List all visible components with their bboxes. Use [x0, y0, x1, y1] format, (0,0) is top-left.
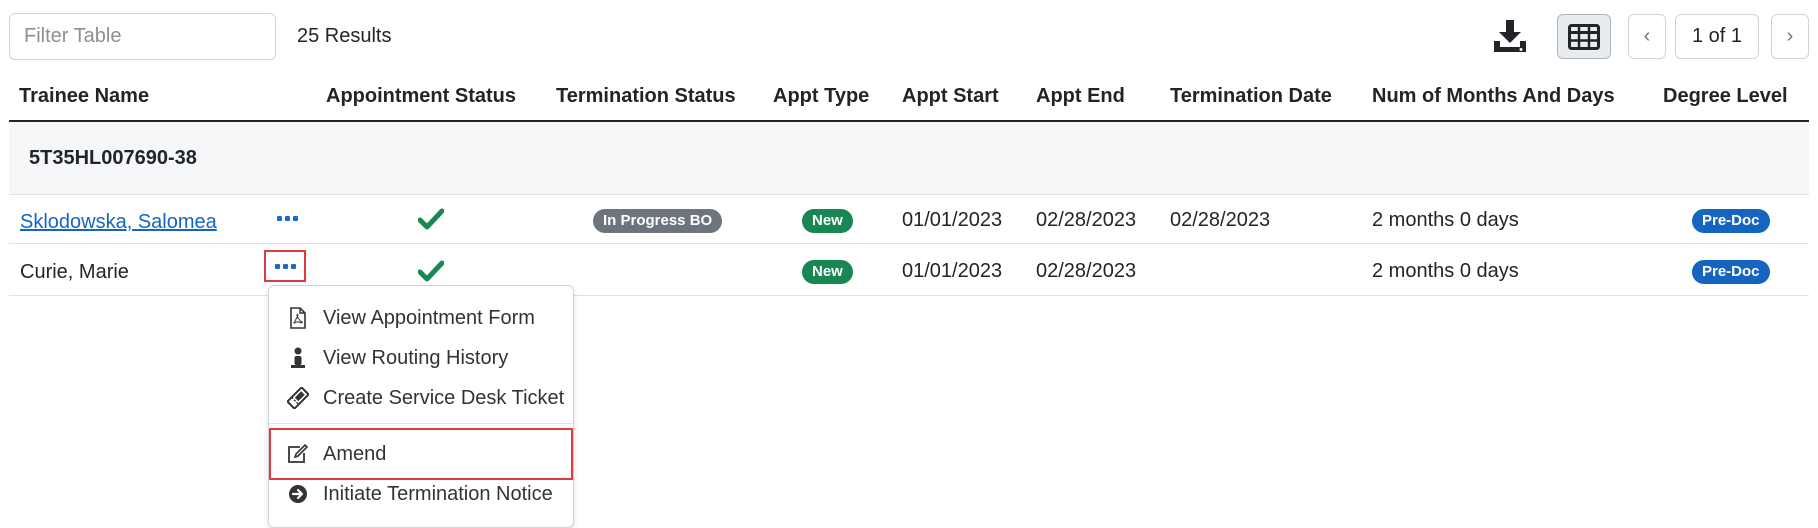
col-header-termination-status[interactable]: Termination Status	[556, 85, 736, 108]
dot	[274, 263, 280, 269]
col-header-appt-end[interactable]: Appt End	[1036, 85, 1125, 108]
trainee-name-text: Curie, Marie	[20, 261, 129, 283]
menu-item-view-appointment-form[interactable]: View Appointment Form	[269, 299, 573, 337]
check-icon	[418, 208, 444, 230]
appt-start-cell: 01/01/2023	[902, 260, 1003, 282]
termination-status-badge: In Progress BO	[593, 209, 723, 233]
months-days-cell: 2 months 0 days	[1372, 209, 1519, 231]
download-icon	[1494, 20, 1526, 52]
menu-item-amend[interactable]: Amend	[269, 435, 573, 473]
dot	[293, 216, 298, 221]
appt-end-cell: 02/28/2023	[1036, 209, 1137, 231]
col-header-appt-start[interactable]: Appt Start	[902, 85, 999, 108]
row-divider	[9, 243, 1809, 244]
col-header-trainee-name[interactable]: Trainee Name	[19, 85, 149, 108]
row-actions-button-active[interactable]	[264, 250, 306, 282]
termination-date-cell: 02/28/2023	[1170, 209, 1271, 231]
menu-item-label: Initiate Termination Notice	[323, 482, 553, 505]
more-icon	[274, 263, 296, 269]
dot	[285, 216, 290, 221]
col-header-appointment-status[interactable]: Appointment Status	[326, 85, 516, 108]
grant-number-label: 5T35HL007690-38	[29, 147, 197, 169]
col-header-termination-date[interactable]: Termination Date	[1170, 85, 1332, 108]
ticket-icon	[287, 387, 309, 409]
appt-start-cell: 01/01/2023	[902, 209, 1003, 231]
edit-icon	[287, 443, 309, 465]
months-days-cell: 2 months 0 days	[1372, 260, 1519, 282]
row-actions-button[interactable]	[277, 216, 298, 221]
next-page-button[interactable]: ›	[1771, 14, 1809, 59]
pdf-file-icon	[287, 307, 309, 329]
chevron-left-icon: ‹	[1643, 25, 1651, 47]
page-indicator: 1 of 1	[1675, 14, 1759, 59]
column-toggle-button[interactable]	[1557, 14, 1611, 59]
degree-level-badge: Pre-Doc	[1692, 209, 1770, 233]
menu-divider	[269, 423, 573, 424]
dot	[290, 263, 296, 269]
menu-item-create-service-desk-ticket[interactable]: Create Service Desk Ticket	[269, 379, 573, 417]
col-header-degree-level[interactable]: Degree Level	[1663, 85, 1788, 108]
appt-end-cell: 02/28/2023	[1036, 260, 1137, 282]
table-grid-icon	[1568, 23, 1600, 50]
group-row	[9, 122, 1809, 195]
menu-item-label: View Appointment Form	[323, 306, 535, 329]
col-header-appt-type[interactable]: Appt Type	[773, 85, 869, 108]
appt-type-badge: New	[802, 209, 853, 233]
results-count: 25 Results	[297, 25, 392, 47]
filter-table-input[interactable]	[9, 13, 276, 60]
col-header-months-days[interactable]: Num of Months And Days	[1372, 85, 1615, 108]
menu-item-label: Create Service Desk Ticket	[323, 386, 565, 409]
dot	[277, 216, 282, 221]
prev-page-button[interactable]: ‹	[1628, 14, 1666, 59]
download-button[interactable]	[1487, 14, 1533, 58]
dot	[282, 263, 288, 269]
degree-level-badge: Pre-Doc	[1692, 260, 1770, 284]
menu-item-label: View Routing History	[323, 346, 509, 369]
menu-item-label: Amend	[323, 442, 387, 465]
row-actions-menu: View Appointment Form View Routing Histo…	[268, 285, 574, 528]
appt-type-badge: New	[802, 260, 853, 284]
person-icon	[287, 347, 309, 369]
arrow-circle-right-icon	[287, 483, 309, 505]
trainee-name-link[interactable]: Sklodowska, Salomea	[20, 211, 217, 234]
check-icon	[418, 260, 444, 282]
menu-item-view-routing-history[interactable]: View Routing History	[269, 339, 573, 377]
menu-item-initiate-termination-notice[interactable]: Initiate Termination Notice	[269, 475, 573, 513]
chevron-right-icon: ›	[1786, 25, 1794, 47]
